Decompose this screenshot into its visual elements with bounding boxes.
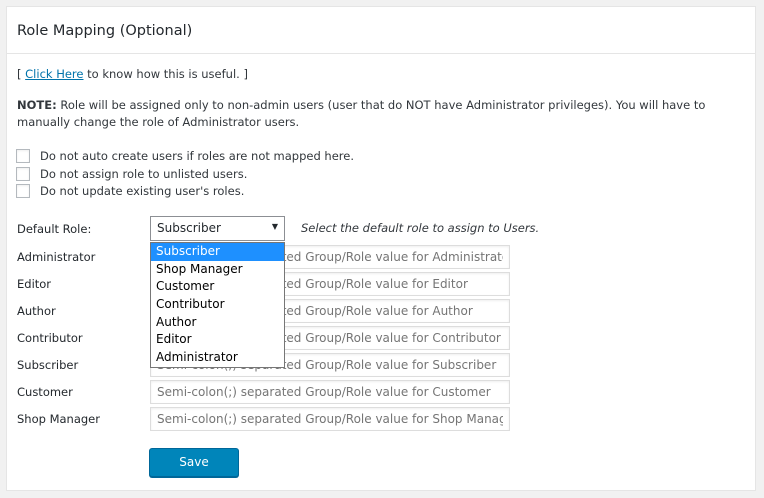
help-line: [ Click Here to know how this is useful.…	[17, 67, 248, 81]
panel-title: Role Mapping (Optional)	[17, 23, 193, 39]
checkbox-label: Do not assign role to unlisted users.	[40, 167, 248, 181]
default-role-hint: Select the default role to assign to Use…	[301, 221, 540, 235]
no-assign-unlisted-checkbox[interactable]	[16, 167, 30, 181]
checkbox-row-no-auto-create: Do not auto create users if roles are no…	[16, 149, 354, 163]
default-role-select[interactable]: Subscriber ▼	[150, 216, 285, 241]
default-role-label: Default Role:	[17, 222, 92, 236]
role-label-shop-manager: Shop Manager	[17, 412, 100, 426]
role-label-contributor: Contributor	[17, 331, 83, 345]
role-label-author: Author	[17, 304, 56, 318]
note-text: NOTE: Role will be assigned only to non-…	[17, 97, 747, 131]
dropdown-option-contributor[interactable]: Contributor	[151, 296, 284, 314]
help-suffix: to know how this is useful. ]	[83, 67, 248, 81]
checkbox-label: Do not auto create users if roles are no…	[40, 149, 354, 163]
note-body: Role will be assigned only to non-admin …	[17, 98, 706, 129]
role-label-customer: Customer	[17, 385, 73, 399]
title-divider	[7, 53, 755, 54]
role-label-administrator: Administrator	[17, 250, 96, 264]
click-here-link[interactable]: Click Here	[25, 67, 83, 81]
help-prefix: [	[17, 67, 26, 81]
checkbox-row-no-assign-unlisted: Do not assign role to unlisted users.	[16, 167, 247, 181]
dropdown-option-administrator[interactable]: Administrator	[151, 349, 284, 367]
role-label-subscriber: Subscriber	[17, 358, 79, 372]
checkbox-row-no-update-existing: Do not update existing user's roles.	[16, 184, 244, 198]
shop-manager-role-input[interactable]	[150, 407, 510, 431]
no-update-existing-checkbox[interactable]	[16, 184, 30, 198]
customer-role-input[interactable]	[150, 380, 510, 404]
default-role-selected-value: Subscriber	[157, 221, 221, 235]
save-button[interactable]: Save	[149, 448, 239, 477]
dropdown-arrow-icon: ▼	[271, 222, 278, 231]
no-auto-create-checkbox[interactable]	[16, 149, 30, 163]
role-mapping-panel: Role Mapping (Optional) [ Click Here to …	[6, 6, 756, 491]
dropdown-option-customer[interactable]: Customer	[151, 278, 284, 296]
checkbox-label: Do not update existing user's roles.	[40, 184, 245, 198]
note-label: NOTE:	[17, 98, 57, 112]
dropdown-option-shop-manager[interactable]: Shop Manager	[151, 261, 284, 279]
dropdown-option-subscriber[interactable]: Subscriber	[151, 243, 284, 261]
default-role-dropdown-list: Subscriber Shop Manager Customer Contrib…	[150, 242, 285, 368]
role-label-editor: Editor	[17, 277, 52, 291]
dropdown-option-author[interactable]: Author	[151, 314, 284, 332]
dropdown-option-editor[interactable]: Editor	[151, 331, 284, 349]
